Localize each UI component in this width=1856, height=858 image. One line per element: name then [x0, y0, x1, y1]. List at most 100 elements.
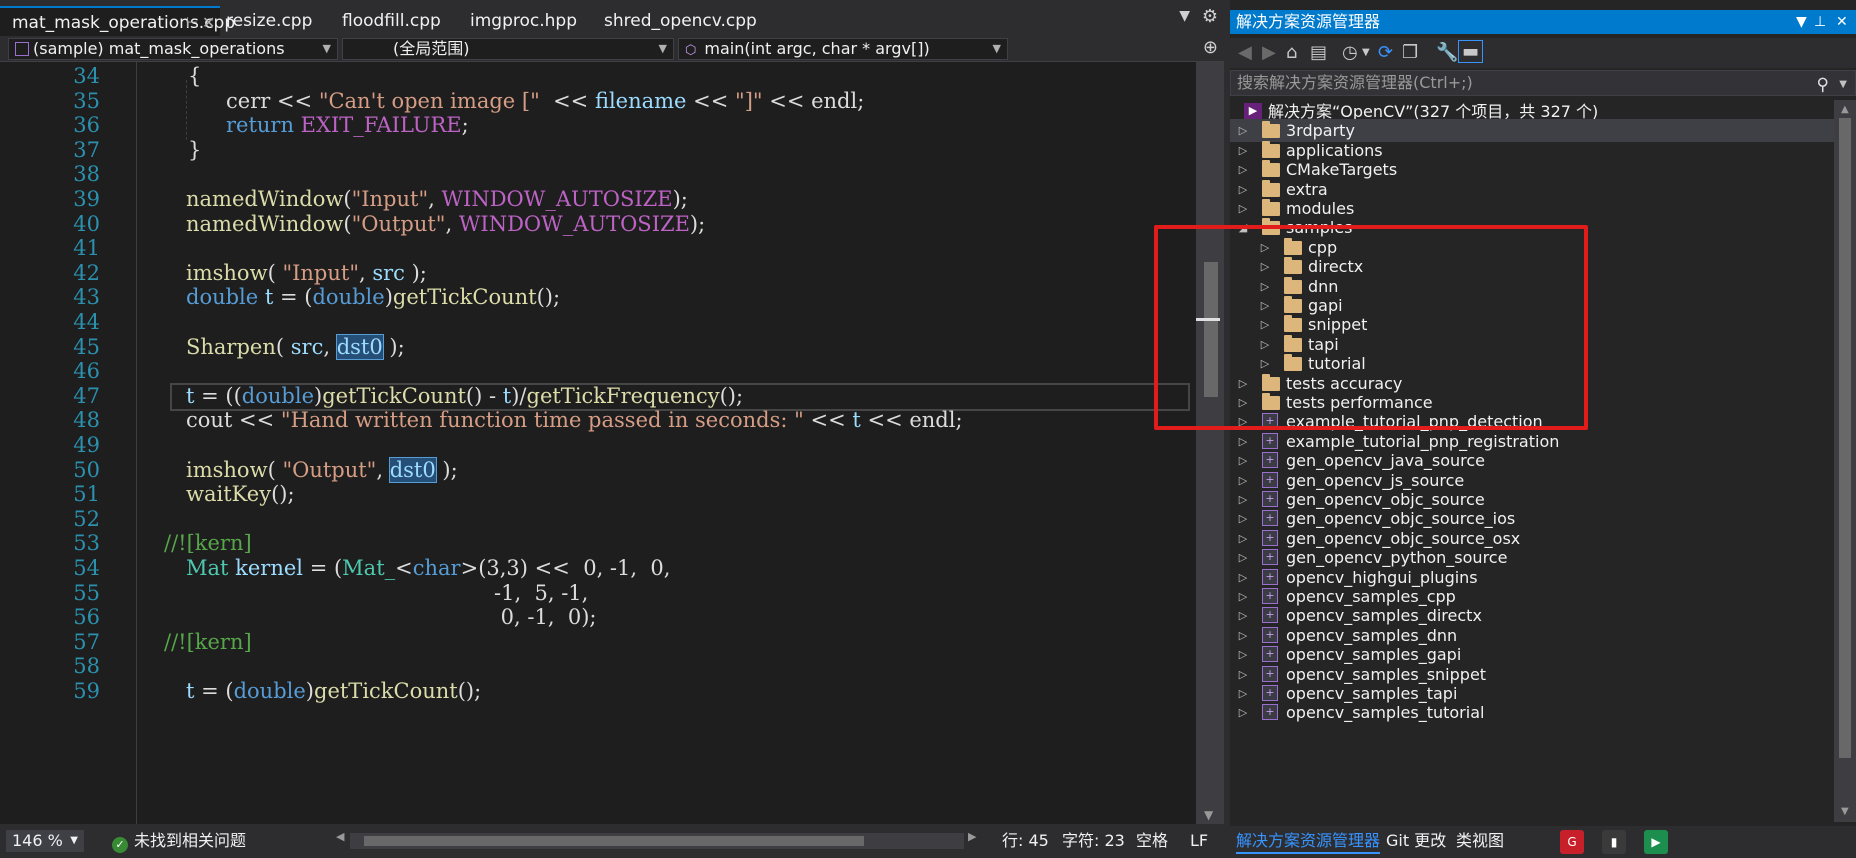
- project-icon: +: [1262, 529, 1278, 546]
- whitespace-indicator[interactable]: 空格: [1136, 829, 1168, 853]
- preview-icon[interactable]: ▬: [1458, 40, 1484, 63]
- chevron-down-icon[interactable]: ▼: [1362, 47, 1370, 58]
- split-editor-icon[interactable]: ⊕: [1203, 37, 1218, 58]
- outline-guide: [136, 62, 137, 824]
- sync-icon[interactable]: ⟳: [1378, 42, 1393, 63]
- function-dropdown[interactable]: ⬡ main(int argc, char * argv[]) ▼: [678, 38, 1008, 60]
- code-token: ();: [719, 383, 744, 408]
- collapse-all-icon[interactable]: ❐: [1402, 42, 1418, 63]
- scope-dropdown[interactable]: (全局范围) ▼: [342, 38, 674, 60]
- zoom-level: 146 %: [12, 831, 63, 850]
- horizontal-scrollbar[interactable]: [350, 833, 964, 849]
- code-line: 0, -1, 0);: [494, 603, 597, 632]
- code-token: Mat_: [342, 556, 396, 580]
- pin-icon[interactable]: ⊢: [186, 8, 198, 38]
- tab-resize[interactable]: resize.cpp: [226, 6, 312, 36]
- code-token: "Input": [351, 187, 429, 211]
- code-token: imshow: [186, 457, 268, 482]
- code-token: getTickCount: [314, 679, 458, 703]
- switch-view-icon[interactable]: ▤: [1310, 42, 1327, 63]
- code-token: double: [233, 679, 306, 703]
- scroll-thumb[interactable]: [364, 836, 864, 846]
- tree-item-opencv-samples-tutorial[interactable]: ▷ + opencv_samples_tutorial: [1230, 701, 1834, 724]
- pin-icon[interactable]: ⊥: [1814, 10, 1826, 34]
- scroll-down-arrow-icon[interactable]: ▼: [1204, 808, 1213, 822]
- chevron-down-icon[interactable]: ▼: [1796, 10, 1807, 34]
- navigation-bar: (sample) mat_mask_operations ▼ (全局范围) ▼ …: [0, 36, 1224, 62]
- collapsed-arrow-icon[interactable]: ▷: [1236, 701, 1250, 724]
- code-token: ();: [536, 285, 561, 310]
- code-token: t: [502, 383, 512, 408]
- code-token: >(3,3) << 0, -1, 0,: [460, 556, 671, 580]
- code-line: cout << "Hand written function time pass…: [186, 406, 963, 435]
- scroll-thumb[interactable]: [1839, 118, 1851, 758]
- editor-status-bar: 146 % ▼ ✓ 未找到相关问题 ◀ ▶ 行: 45 字符: 23 空格 LF: [0, 824, 1224, 858]
- code-token: );: [672, 187, 688, 211]
- issues-indicator[interactable]: ✓ 未找到相关问题: [112, 829, 246, 853]
- code-line: t = (double)getTickCount();: [186, 677, 481, 706]
- scroll-right-arrow-icon[interactable]: ▶: [968, 830, 976, 843]
- close-icon[interactable]: ✕: [1836, 10, 1848, 34]
- code-text-area[interactable]: {cerr << "Can't open image [" << filenam…: [160, 62, 1200, 824]
- char-indicator[interactable]: 字符: 23: [1062, 829, 1125, 853]
- code-token: (: [343, 187, 352, 211]
- properties-icon[interactable]: 🔧: [1436, 42, 1458, 63]
- tab-label: shred_opencv.cpp: [604, 11, 757, 31]
- tab-solution-explorer[interactable]: 解决方案资源管理器: [1236, 830, 1381, 854]
- back-icon[interactable]: ◀: [1238, 42, 1252, 63]
- chevron-down-icon[interactable]: ▼: [1179, 8, 1190, 24]
- line-number-gutter: 34 35 36 37 38 39 40 41 42 43 44 45 46 47 48 49 50 51 52 53…: [0, 62, 150, 824]
- zoom-dropdown[interactable]: 146 % ▼: [6, 830, 84, 852]
- panel-title: 解决方案资源管理器: [1236, 12, 1381, 31]
- code-token: waitKey: [186, 482, 272, 507]
- line-ending-indicator[interactable]: LF: [1190, 829, 1208, 853]
- code-token: ): [314, 383, 323, 408]
- code-token: getTickCount: [322, 383, 466, 408]
- gear-icon[interactable]: ⚙: [1202, 6, 1218, 27]
- scroll-left-arrow-icon[interactable]: ◀: [336, 830, 344, 843]
- tab-shred-opencv[interactable]: shred_opencv.cpp: [604, 6, 757, 36]
- tab-git-changes[interactable]: Git 更改: [1386, 830, 1446, 852]
- pending-changes-icon[interactable]: ◷: [1342, 42, 1358, 63]
- solution-tree: ▶ 解决方案“OpenCV”(327 个项目，共 327 个) ▷ 3rdpart…: [1230, 100, 1834, 822]
- close-icon[interactable]: ✕: [202, 8, 215, 38]
- bookmark-icon[interactable]: ▮: [1602, 830, 1626, 854]
- check-circle-icon: ✓: [112, 837, 128, 853]
- home-icon[interactable]: ⌂: [1286, 42, 1297, 63]
- project-icon: +: [1262, 568, 1278, 585]
- tab-floodfill[interactable]: floodfill.cpp: [342, 6, 441, 36]
- code-token: WINDOW_AUTOSIZE: [458, 211, 690, 236]
- tree-item-label: opencv_samples_tutorial: [1286, 703, 1485, 723]
- code-token: = (: [303, 556, 343, 580]
- code-token: ,: [358, 260, 373, 285]
- project-dropdown[interactable]: (sample) mat_mask_operations ▼: [8, 38, 338, 60]
- forward-icon[interactable]: ▶: [1262, 42, 1276, 63]
- folder-icon: [1262, 121, 1280, 139]
- code-token: imshow: [186, 260, 268, 285]
- code-token: namedWindow: [186, 211, 344, 236]
- play-icon[interactable]: ▶: [1644, 830, 1668, 854]
- tree-vertical-scrollbar[interactable]: ▲ ▼: [1834, 100, 1856, 822]
- code-token: double: [241, 383, 314, 408]
- project-icon: +: [1262, 588, 1278, 604]
- search-input[interactable]: 搜索解决方案资源管理器(Ctrl+;) ⚲ ▼: [1230, 70, 1856, 96]
- scroll-up-arrow-icon[interactable]: ▲: [1841, 104, 1849, 115]
- line-indicator[interactable]: 行: 45: [1002, 829, 1049, 853]
- tab-mat-mask-operations[interactable]: mat_mask_operations.cpp ⊢ ✕: [0, 6, 235, 38]
- vertical-scrollbar[interactable]: [1196, 62, 1224, 824]
- chevron-down-icon: ▼: [658, 42, 667, 55]
- extension-app-icon[interactable]: G: [1560, 830, 1584, 854]
- tab-class-view[interactable]: 类视图: [1456, 830, 1504, 852]
- chevron-down-icon[interactable]: ▼: [1839, 73, 1847, 97]
- folder-icon: [1262, 160, 1280, 178]
- code-line: return EXIT_FAILURE;: [226, 111, 469, 140]
- code-token: EXIT_FAILURE: [300, 113, 462, 138]
- code-line: double t = (double)getTickCount();: [186, 283, 560, 312]
- project-icon: +: [1262, 626, 1278, 643]
- search-icon[interactable]: ⚲: [1817, 73, 1829, 97]
- code-token: char: [412, 556, 461, 580]
- tab-imgproc[interactable]: imgproc.hpp: [470, 6, 577, 36]
- code-token: //![kern]: [164, 629, 252, 654]
- project-icon: +: [1262, 665, 1278, 682]
- scroll-down-arrow-icon[interactable]: ▼: [1841, 806, 1849, 817]
